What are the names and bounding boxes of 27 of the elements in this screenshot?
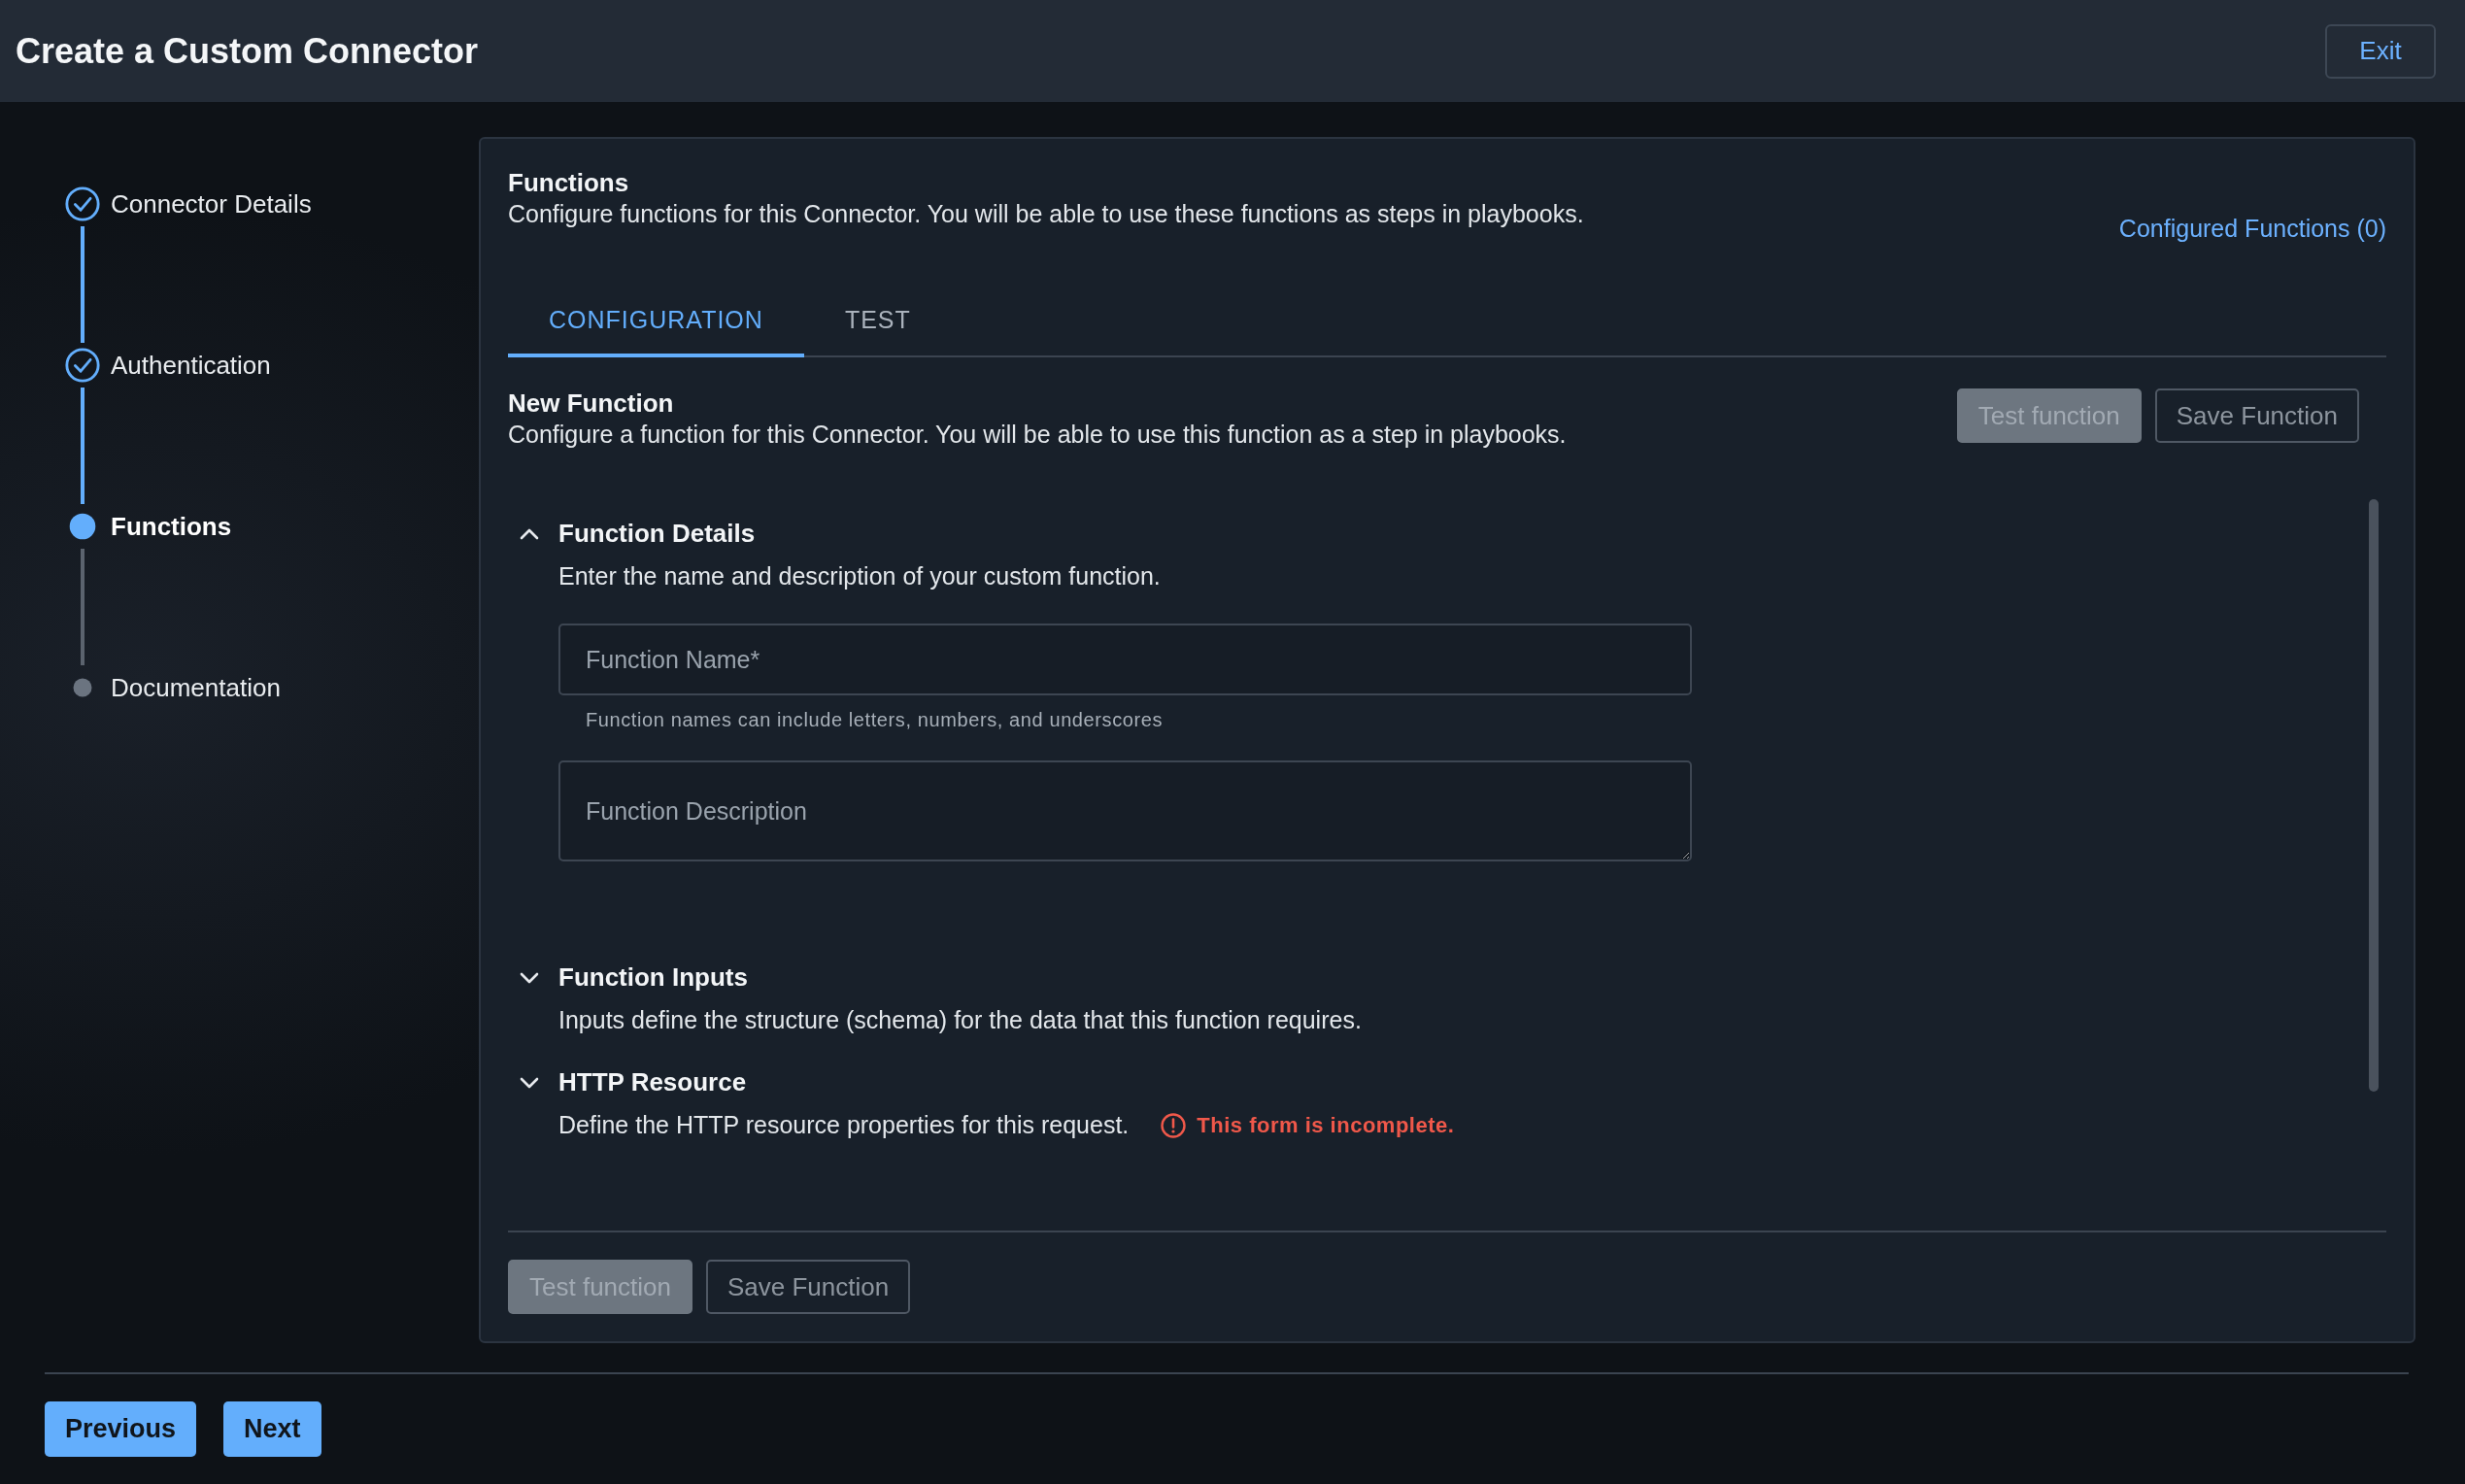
tab[interactable]: TEST — [803, 286, 952, 357]
helper-text: Function names can include letters, numbers, and underscores — [585, 709, 1165, 731]
scrollbar-thumb[interactable] — [2369, 499, 2379, 1092]
accordion-title[interactable]: HTTP Resource — [558, 1067, 747, 1097]
accordion-description: Define the HTTP resource properties for this request. — [558, 1111, 1130, 1139]
step-label[interactable]: Documentation — [111, 665, 281, 710]
step-label[interactable]: Connector Details — [111, 182, 312, 226]
accordion-title[interactable]: Function Details — [558, 519, 756, 549]
step-label[interactable]: Authentication — [111, 343, 271, 388]
next-button[interactable]: Next — [223, 1401, 321, 1457]
error-message: This form is incomplete. — [1197, 1112, 1455, 1138]
accordion-description: Enter the name and description of your custom function. — [558, 562, 1161, 590]
alert-icon — [1160, 1111, 1188, 1139]
step-label[interactable]: Functions — [111, 504, 232, 549]
function-name-field[interactable]: Function Name* — [558, 624, 1692, 695]
accordion-description: Inputs define the structure (schema) for the data that this function requires. — [558, 1006, 1362, 1034]
function-description-field[interactable]: Function Description — [558, 760, 1692, 861]
previous-button[interactable]: Previous — [45, 1401, 197, 1457]
accordion-title[interactable]: Function Inputs — [558, 962, 748, 993]
configured-functions-link[interactable]: Configured Functions (0) — [2118, 215, 2386, 243]
section-description: Configure functions for this Connector. You will be able to use these functions as steps in playbooks. — [508, 200, 1584, 228]
subsection-description: Configure a function for this Connector. You will be able to use this function as a step in playbooks. — [508, 421, 1567, 449]
subsection-title: New Function — [508, 388, 675, 419]
page-title: Create a Custom Connector — [16, 30, 479, 72]
exit-button[interactable]: Exit — [2325, 23, 2436, 79]
tab[interactable]: CONFIGURATION — [508, 286, 804, 357]
section-title: Functions — [508, 168, 630, 198]
